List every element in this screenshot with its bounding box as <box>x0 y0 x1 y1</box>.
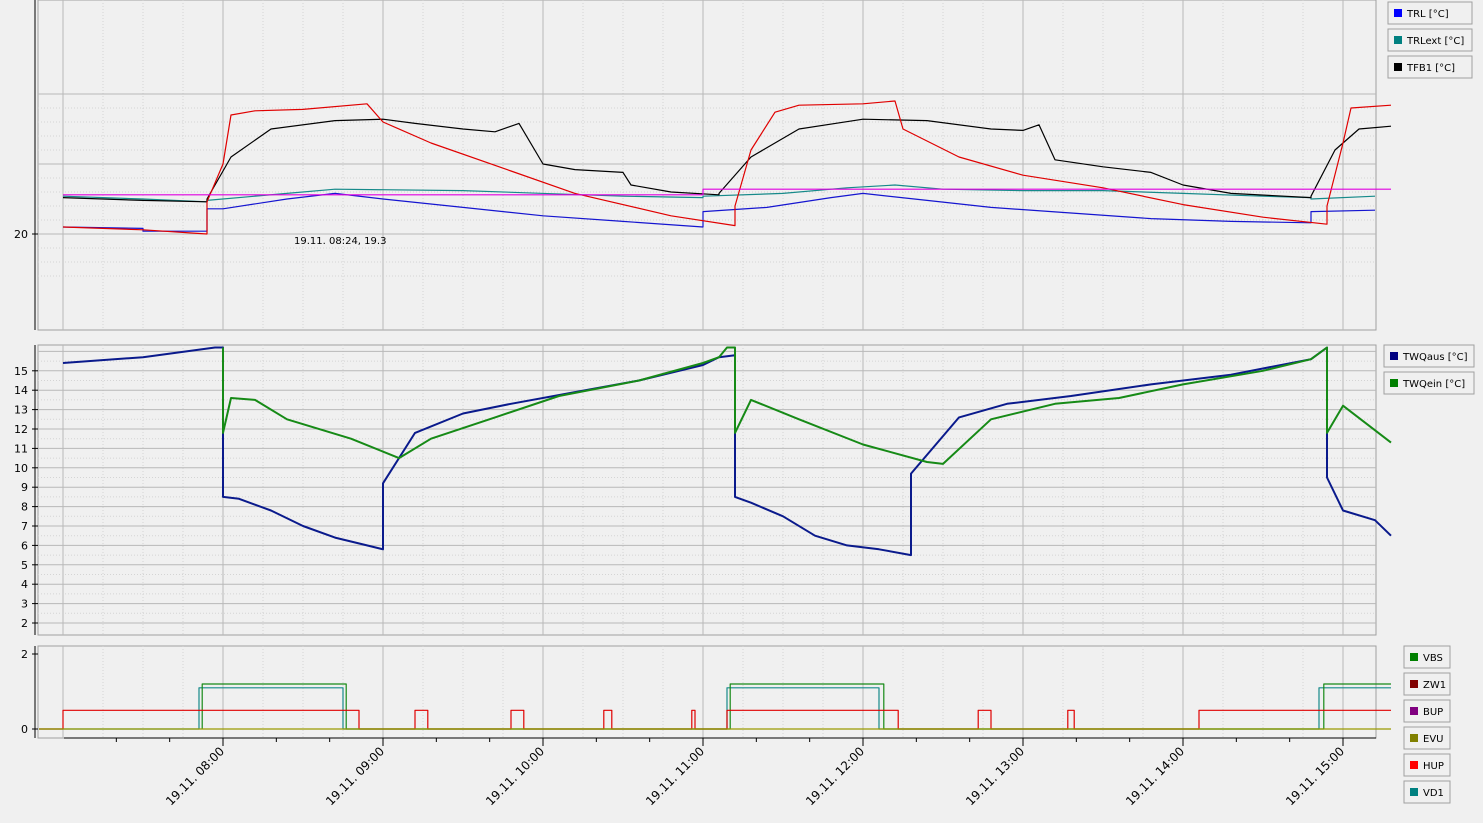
panel-top: 20 19.11. 08:24, 19.3 TRL [°C] TRLext [°C] T… <box>14 0 1473 331</box>
y-tick-label: 12 <box>14 423 28 436</box>
x-tick-label: 19.11. 13:00 <box>963 744 1027 808</box>
legend-swatch <box>1394 36 1402 44</box>
legend-swatch <box>1410 653 1418 661</box>
y-tick-label: 2 <box>21 648 28 661</box>
legend-item: VBS <box>1403 645 1451 669</box>
legend-label: TRLext [°C] <box>1406 36 1464 47</box>
legend-label: TWQein [°C] <box>1402 379 1465 390</box>
legend-label: TRL [°C] <box>1406 9 1449 20</box>
legend-label: ZW1 <box>1423 680 1446 691</box>
panel-middle: 2 3 4 5 6 7 8 9 10 11 12 13 14 15 TWQaus [°C] TWQein [°… <box>14 344 1475 636</box>
legend-label: TFB1 [°C] <box>1406 63 1455 74</box>
legend-label: TWQaus [°C] <box>1402 352 1468 363</box>
legend-swatch <box>1410 680 1418 688</box>
y-tick-label: 15 <box>14 365 28 378</box>
y-tick-label: 5 <box>21 559 28 572</box>
legend-item: TFB1 [°C] <box>1387 55 1473 79</box>
legend-label: VBS <box>1423 653 1443 664</box>
legend-swatch <box>1394 63 1402 71</box>
legend-item: BUP <box>1403 699 1451 723</box>
y-tick-label: 4 <box>21 578 28 591</box>
legend-swatch <box>1410 788 1418 796</box>
legend-item: TRLext [°C] <box>1387 28 1473 52</box>
x-tick-label: 19.11. 11:00 <box>643 744 707 808</box>
legend-swatch <box>1410 707 1418 715</box>
chart-window: 20 19.11. 08:24, 19.3 TRL [°C] TRLext [°C] T… <box>0 0 1483 819</box>
chart-canvas: 2019.11. 08:24, 19.3TRL [°C]TRLext [°C]T… <box>14 0 1475 808</box>
y-tick-label: 13 <box>14 404 28 417</box>
x-tick-label: 19.11. 10:00 <box>483 744 547 808</box>
y-tick-label: 20 <box>14 228 28 241</box>
y-tick-label: 2 <box>21 617 28 630</box>
legend-item: HUP <box>1403 753 1451 777</box>
x-tick-label: 19.11. 14:00 <box>1123 744 1187 808</box>
legend-swatch <box>1390 379 1398 387</box>
y-tick-label: 11 <box>14 442 28 455</box>
y-tick-label: 6 <box>21 539 28 552</box>
legend-label: VD1 <box>1423 788 1444 799</box>
legend-item: TWQaus [°C] <box>1383 344 1475 368</box>
panel-bottom: 0 2 VBS ZW1 BUP EVU HUP VD1 19.11. 08:00 19.11. 0… <box>21 645 1451 808</box>
annotation-label: 19.11. 08:24, 19.3 <box>294 236 386 247</box>
legend-label: BUP <box>1423 707 1443 718</box>
legend-item: EVU <box>1403 726 1451 750</box>
legend-swatch <box>1410 761 1418 769</box>
plot-area <box>37 0 1377 331</box>
legend-swatch <box>1390 352 1398 360</box>
legend-swatch <box>1394 9 1402 17</box>
y-tick-label: 7 <box>21 520 28 533</box>
legend-item: ZW1 <box>1403 672 1451 696</box>
x-tick-label: 19.11. 15:00 <box>1283 744 1347 808</box>
y-tick-label: 3 <box>21 598 28 611</box>
legend-item: TWQein [°C] <box>1383 371 1475 395</box>
y-tick-label: 0 <box>21 723 28 736</box>
y-tick-label: 14 <box>14 384 28 397</box>
y-tick-label: 10 <box>14 462 28 475</box>
y-tick-label: 8 <box>21 501 28 514</box>
legend-item: VD1 <box>1403 780 1451 804</box>
legend-swatch <box>1410 734 1418 742</box>
plot-area <box>37 344 1377 636</box>
y-tick-label: 9 <box>21 481 28 494</box>
legend-label: HUP <box>1423 761 1444 772</box>
plot-area <box>37 645 1377 739</box>
legend-item: TRL [°C] <box>1387 1 1473 25</box>
legend-label: EVU <box>1423 734 1443 745</box>
x-tick-label: 19.11. 12:00 <box>803 744 867 808</box>
x-tick-label: 19.11. 08:00 <box>163 744 227 808</box>
x-tick-label: 19.11. 09:00 <box>323 744 387 808</box>
